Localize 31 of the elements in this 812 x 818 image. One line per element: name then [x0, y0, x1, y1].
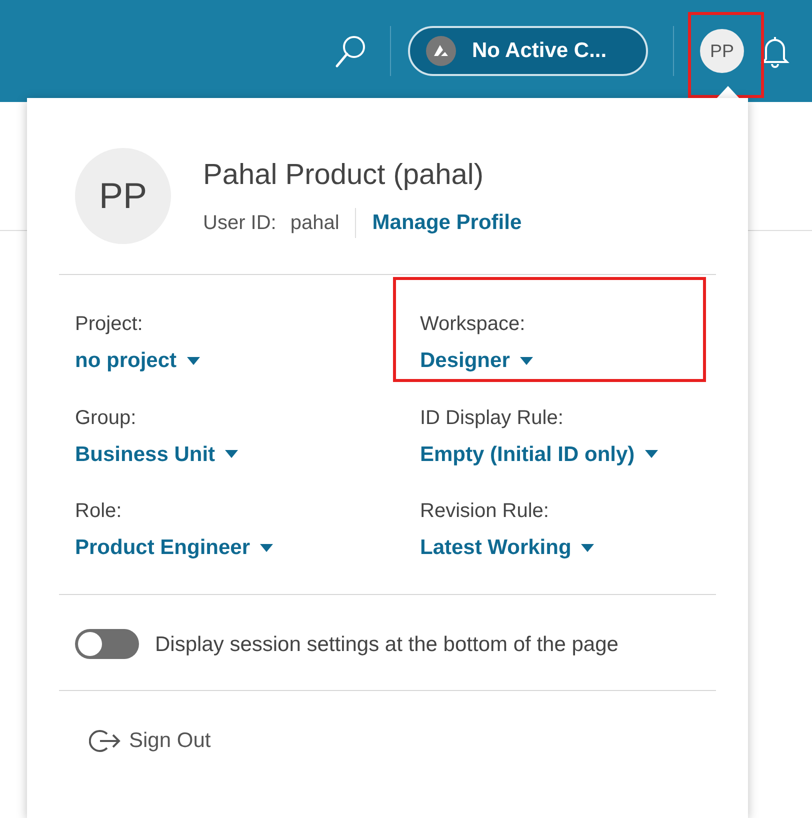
caret-icon	[260, 544, 274, 552]
user-name: Pahal Product (pahal)	[203, 158, 484, 192]
setting-label: Group:	[75, 406, 138, 430]
user-id-value: pahal	[290, 210, 340, 236]
context-icon	[426, 36, 456, 66]
setting-label: Workspace:	[420, 312, 526, 337]
context-chip[interactable]: No Active C...	[408, 26, 648, 76]
setting-dropdown[interactable]: Empty (Initial ID only)	[420, 438, 658, 470]
setting-dropdown[interactable]: no project	[75, 345, 200, 376]
caret-icon	[186, 356, 200, 365]
setting-dropdown[interactable]: Business Unit	[75, 438, 238, 470]
setting-label: Project:	[75, 312, 144, 337]
manage-profile-link[interactable]: Manage Profile	[372, 207, 522, 238]
setting-dropdown[interactable]: Latest Working	[420, 532, 594, 564]
setting-label: ID Display Rule:	[420, 406, 564, 430]
setting-dropdown[interactable]: Designer	[420, 345, 533, 376]
user-avatar[interactable]: PP	[700, 29, 744, 73]
setting-label: Revision Rule:	[420, 499, 550, 524]
user-id-label: User ID:	[203, 210, 276, 236]
toggle-label: Display session settings at the bottom of the page	[155, 632, 618, 658]
caret-icon	[225, 450, 238, 458]
search-icon[interactable]	[334, 33, 368, 69]
caret-icon	[644, 450, 658, 458]
toggle-switch[interactable]	[75, 629, 139, 660]
sign-out-button[interactable]: Sign Out	[89, 725, 211, 756]
profile-avatar: PP	[75, 148, 171, 244]
setting-label: Role:	[75, 499, 123, 524]
setting-dropdown[interactable]: Product Engineer	[75, 532, 274, 564]
caret-icon	[520, 356, 533, 365]
sign-out-icon	[89, 728, 123, 754]
caret-icon	[581, 544, 594, 552]
